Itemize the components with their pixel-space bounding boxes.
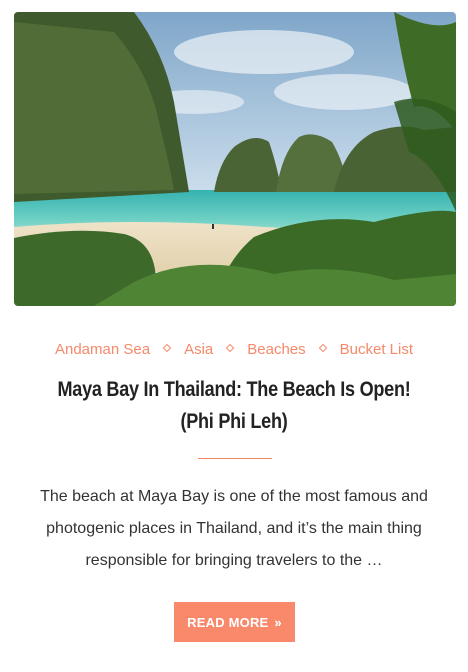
post-categories: Andaman Sea Asia Beaches Bucket List [0,341,468,358]
title-divider [198,458,272,459]
post-excerpt: The beach at Maya Bay is one of the most… [40,488,428,569]
diamond-separator-icon [226,343,235,352]
double-chevron-right-icon: » [274,614,282,630]
read-more-button[interactable]: READ MORE » [174,602,295,642]
post-title[interactable]: Maya Bay In Thailand: The Beach Is Open!… [53,374,414,438]
category-link-beaches[interactable]: Beaches [247,341,305,358]
read-more-label: READ MORE [187,614,269,630]
post-featured-image[interactable] [14,12,456,306]
post-card: Andaman Sea Asia Beaches Bucket List May… [0,0,468,672]
diamond-separator-icon [318,343,327,352]
category-link-asia[interactable]: Asia [184,341,213,358]
category-link-andaman-sea[interactable]: Andaman Sea [55,341,150,358]
beach-photo [14,12,456,306]
diamond-separator-icon [162,343,172,352]
category-link-bucket-list[interactable]: Bucket List [340,341,413,358]
